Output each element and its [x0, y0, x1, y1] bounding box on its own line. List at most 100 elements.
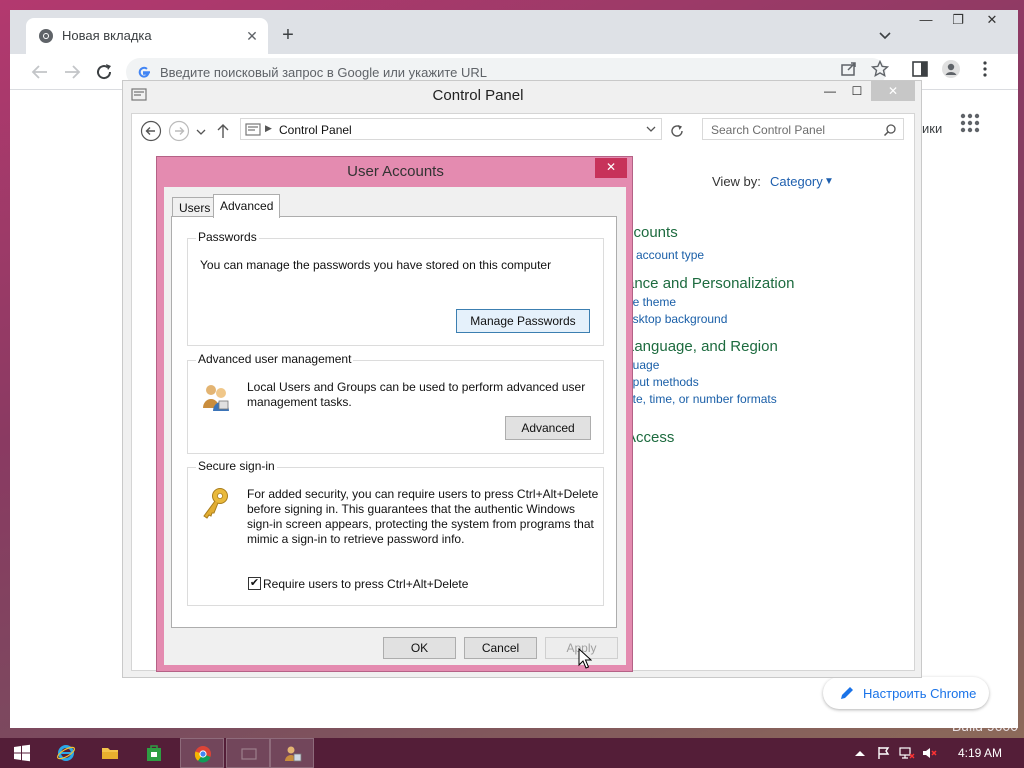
passwords-group: Passwords You can manage the passwords y… — [187, 230, 604, 346]
store-icon — [147, 745, 161, 761]
side-panel-icon[interactable] — [911, 60, 929, 78]
tab-users[interactable]: Users — [172, 197, 218, 217]
folder-icon — [102, 748, 118, 759]
search-icon[interactable] — [883, 123, 897, 137]
taskbar: 4:19 AM — [0, 738, 1024, 768]
action-center-flag-icon[interactable] — [876, 746, 892, 760]
advanced-button[interactable]: Advanced — [505, 416, 591, 440]
category-link[interactable]: e account type — [626, 248, 704, 262]
dialog-close-icon[interactable]: ✕ — [595, 158, 627, 178]
user-accounts-taskbar-icon — [285, 746, 302, 762]
google-g-icon — [138, 66, 150, 78]
reload-icon[interactable] — [92, 60, 116, 84]
breadcrumb[interactable]: Control Panel — [279, 123, 352, 137]
secure-signin-group: Secure sign-in For added security, you c… — [187, 459, 604, 606]
profile-avatar-icon[interactable] — [942, 60, 960, 78]
address-dropdown-chevron-icon[interactable] — [645, 123, 657, 135]
cancel-button[interactable]: Cancel — [464, 637, 537, 659]
category-clock-language-region[interactable]: Language, and Region — [626, 338, 778, 355]
cp-recent-chevron-icon[interactable] — [194, 120, 208, 142]
chrome-tabstrip: Новая вкладка ✕ + — ❐ ✕ — [10, 10, 1018, 54]
customize-chrome-button[interactable]: Настроить Chrome — [823, 677, 989, 709]
forward-arrow-icon[interactable] — [60, 60, 84, 84]
category-link[interactable]: he theme — [626, 295, 676, 309]
cp-search-placeholder: Search Control Panel — [711, 123, 826, 137]
category-ease-of-access[interactable]: Access — [626, 429, 674, 446]
advanced-management-title: Advanced user management — [196, 352, 354, 366]
volume-muted-icon[interactable] — [922, 746, 938, 760]
windows-logo-icon — [14, 744, 30, 762]
dialog-client-area: Users Advanced Passwords You can manage … — [164, 187, 626, 665]
category-link[interactable]: ate, time, or number formats — [626, 392, 777, 406]
advanced-management-description: Local Users and Groups can be used to pe… — [247, 380, 586, 409]
bookmark-star-icon[interactable] — [871, 60, 889, 78]
ok-button[interactable]: OK — [383, 637, 456, 659]
mouse-cursor-icon — [578, 648, 592, 669]
cp-close-icon[interactable]: ✕ — [871, 81, 915, 101]
taskbar-file-explorer[interactable] — [88, 738, 132, 768]
key-icon — [203, 488, 228, 519]
cp-refresh-icon[interactable] — [668, 122, 686, 140]
view-by-label: View by: — [712, 174, 761, 189]
breadcrumb-separator-icon[interactable]: ▶ — [265, 123, 272, 134]
tab-advanced[interactable]: Advanced — [213, 194, 281, 218]
taskbar-chrome[interactable] — [180, 738, 224, 768]
advanced-management-group: Advanced user management Local Users and… — [187, 352, 604, 454]
tab-close-icon[interactable]: ✕ — [242, 26, 262, 46]
manage-passwords-button[interactable]: Manage Passwords — [456, 309, 590, 333]
cp-up-arrow-icon[interactable] — [214, 120, 232, 142]
users-group-icon — [203, 385, 229, 411]
omnibox-placeholder: Введите поисковый запрос в Google или ук… — [160, 65, 487, 80]
chrome-minimize-icon[interactable]: — — [910, 10, 942, 32]
ntp-top-link[interactable]: ики — [922, 121, 942, 136]
cp-minimize-icon[interactable]: — — [819, 81, 841, 101]
cp-forward-icon[interactable] — [168, 120, 190, 142]
advanced-tab-panel: Passwords You can manage the passwords y… — [171, 216, 617, 628]
cp-address-field[interactable]: ▶ Control Panel — [240, 118, 662, 140]
chrome-close-icon[interactable]: ✕ — [976, 10, 1008, 32]
pencil-icon — [841, 687, 853, 699]
passwords-group-title: Passwords — [196, 230, 259, 244]
view-by-chevron-icon[interactable]: ▼ — [824, 176, 834, 187]
chrome-maximize-icon[interactable]: ❐ — [942, 10, 974, 32]
taskbar-store[interactable] — [132, 738, 176, 768]
cp-window-title: Control Panel — [432, 87, 524, 104]
cp-breadcrumb-icon — [245, 123, 261, 136]
network-icon[interactable] — [899, 746, 915, 760]
taskbar-ie[interactable] — [44, 738, 88, 768]
tab-title: Новая вкладка — [62, 28, 152, 43]
category-user-accounts[interactable]: ccounts — [626, 224, 678, 241]
secure-signin-title: Secure sign-in — [196, 459, 277, 473]
start-button[interactable] — [0, 738, 44, 768]
cp-address-bar: ▶ Control Panel Search Control Panel — [132, 114, 914, 144]
taskbar-control-panel[interactable] — [226, 738, 270, 768]
tab-search-chevron-icon[interactable] — [874, 24, 896, 46]
user-accounts-dialog: User Accounts ✕ Users Advanced Passwords… — [156, 156, 633, 672]
tray-overflow-chevron-icon[interactable] — [852, 746, 868, 760]
view-by-dropdown[interactable]: Category — [770, 174, 823, 189]
customize-chrome-label: Настроить Chrome — [863, 686, 977, 701]
chrome-menu-kebab-icon[interactable] — [976, 60, 994, 78]
category-appearance[interactable]: ance and Personalization — [626, 275, 794, 292]
cp-search-input[interactable]: Search Control Panel — [702, 118, 904, 140]
chrome-tab[interactable]: Новая вкладка ✕ — [26, 18, 268, 54]
cp-titlebar: Control Panel — ☐ ✕ — [123, 81, 921, 109]
require-ctrl-alt-del-checkbox[interactable]: ✔ — [248, 577, 261, 590]
taskbar-clock[interactable]: 4:19 AM — [958, 746, 1002, 760]
dialog-title: User Accounts — [347, 163, 444, 180]
category-link[interactable]: esktop background — [626, 312, 727, 326]
back-arrow-icon[interactable] — [28, 60, 52, 84]
cp-maximize-icon[interactable]: ☐ — [845, 81, 869, 101]
control-panel-taskbar-icon — [241, 748, 257, 760]
taskbar-user-accounts[interactable] — [270, 738, 314, 768]
google-apps-grid-icon[interactable] — [960, 113, 980, 133]
chrome-logo-icon — [39, 29, 53, 43]
internet-explorer-icon — [56, 745, 76, 761]
share-icon[interactable] — [840, 60, 858, 78]
new-tab-button[interactable]: + — [276, 24, 300, 48]
require-ctrl-alt-del-label[interactable]: Require users to press Ctrl+Alt+Delete — [263, 577, 468, 592]
passwords-description: You can manage the passwords you have st… — [200, 258, 552, 272]
cp-back-icon[interactable] — [140, 120, 162, 142]
category-link[interactable]: nput methods — [626, 375, 699, 389]
secure-signin-description: For added security, you can require user… — [247, 487, 599, 546]
